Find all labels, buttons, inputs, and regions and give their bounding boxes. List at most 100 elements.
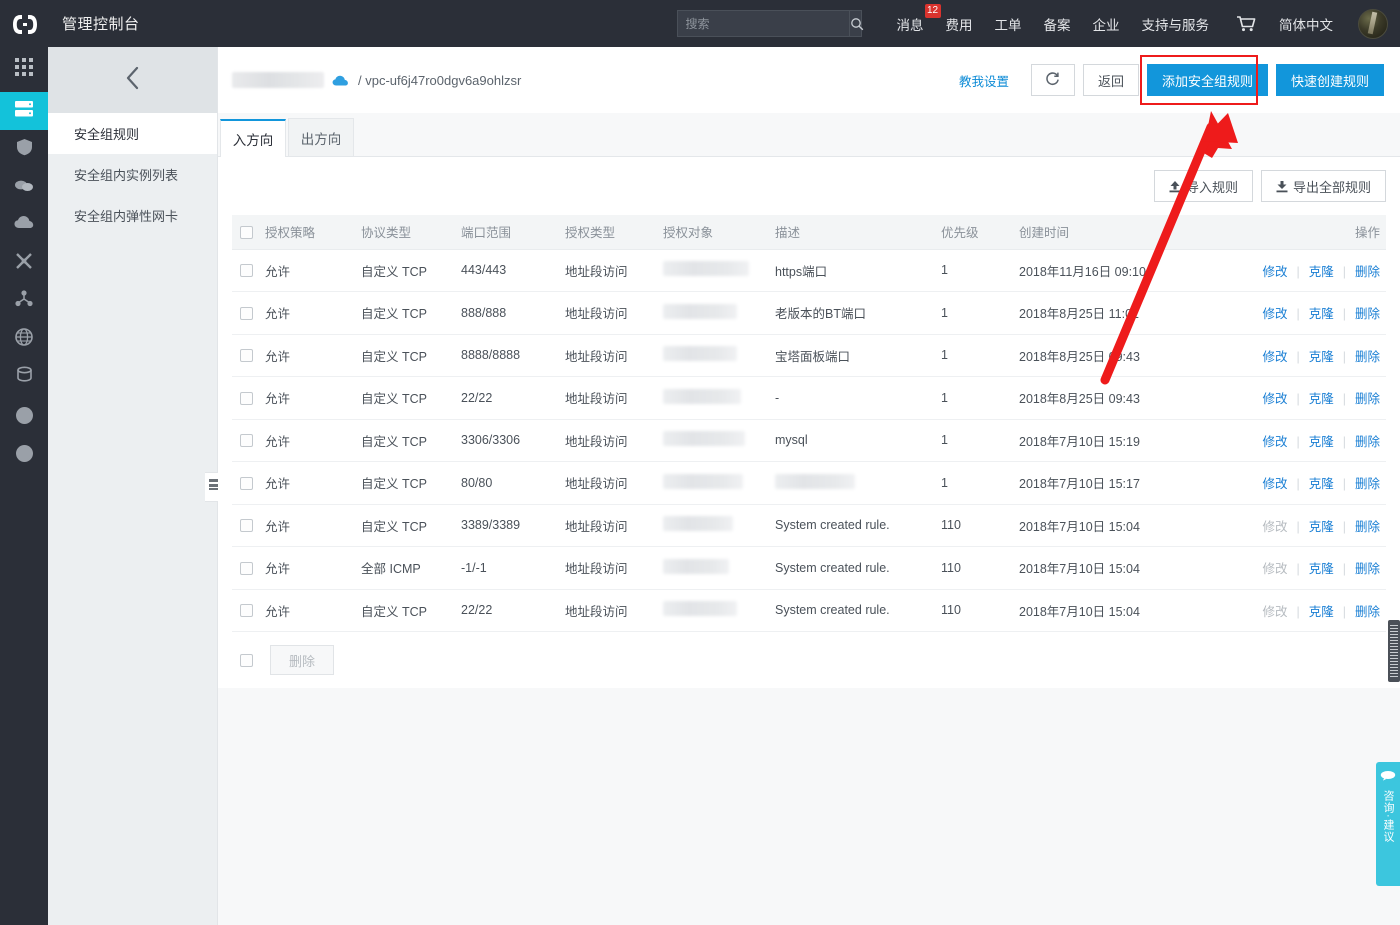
delete-link[interactable]: 删除 [1355,520,1380,534]
sidebar-collapse-button[interactable] [48,47,217,113]
import-rules-button[interactable]: 导入规则 [1153,170,1253,202]
rail-item-database[interactable] [0,358,48,396]
refresh-button[interactable] [1030,64,1075,96]
logo[interactable] [0,0,48,47]
search-icon[interactable] [848,11,864,36]
row-checkbox[interactable] [240,604,253,618]
delete-link[interactable]: 删除 [1355,265,1380,279]
delete-link[interactable]: 删除 [1355,350,1380,364]
rail-item-apps[interactable] [0,47,48,92]
rail-item-circle-1[interactable] [0,396,48,434]
cell-auth-object [657,334,769,377]
row-checkbox[interactable] [240,561,253,575]
select-all-checkbox[interactable] [240,225,253,239]
tab-inbound[interactable]: 入方向 [220,119,286,157]
delete-link[interactable]: 删除 [1355,307,1380,321]
sidebar-item-label: 安全组内实例列表 [74,168,179,183]
cell-protocol: 自定义 TCP [355,334,455,377]
nav-item-icp[interactable]: 备案 [1044,14,1071,34]
row-select-cell [232,546,259,590]
quick-create-rule-button[interactable]: 快速创建规则 [1275,64,1384,96]
delete-link[interactable]: 删除 [1355,392,1380,406]
row-checkbox[interactable] [240,306,253,320]
sidebar-item-elastic-nic[interactable]: 安全组内弹性网卡 [48,195,217,236]
table-row: 允许 全部 ICMP -1/-1 地址段访问 System created rule. 1… [232,546,1386,590]
vertical-scrollbar-thumb[interactable] [1388,620,1400,682]
export-rules-button[interactable]: 导出全部规则 [1260,170,1386,202]
cell-port: 3389/3389 [455,504,559,547]
column-port: 端口范围 [455,215,559,250]
nav-item-billing[interactable]: 费用 [946,14,973,34]
row-checkbox[interactable] [240,391,253,405]
row-checkbox[interactable] [240,434,253,448]
cell-auth-object [657,546,769,590]
nav-item-enterprise[interactable]: 企业 [1093,14,1120,34]
back-button[interactable]: 返回 [1082,64,1139,96]
edit-link[interactable]: 修改 [1262,350,1287,364]
rail-item-cloud-stack[interactable] [0,168,48,206]
upload-icon [1169,180,1181,193]
shopping-cart-icon[interactable] [1236,15,1256,32]
nav-item-messages[interactable]: 消息 12 [897,3,941,34]
language-selector[interactable]: 简体中文 [1279,14,1333,34]
cell-port: 22/22 [455,589,559,632]
rail-item-cloud[interactable] [0,206,48,244]
brackets-logo-icon [12,14,37,34]
clone-link[interactable]: 克隆 [1309,520,1334,534]
edit-link[interactable]: 修改 [1262,520,1287,534]
edit-link[interactable]: 修改 [1262,435,1287,449]
nav-item-tickets[interactable]: 工单 [995,14,1022,34]
row-checkbox[interactable] [240,519,253,533]
clone-link[interactable]: 克隆 [1309,477,1334,491]
edit-link[interactable]: 修改 [1262,307,1287,321]
sidebar-item-instance-list[interactable]: 安全组内实例列表 [48,154,217,195]
delete-link[interactable]: 删除 [1355,435,1380,449]
clone-link[interactable]: 克隆 [1309,392,1334,406]
delete-link[interactable]: 删除 [1355,562,1380,576]
edit-link[interactable]: 修改 [1262,265,1287,279]
search-box[interactable] [676,10,864,37]
row-select-cell [232,419,259,462]
rail-item-hub[interactable] [0,282,48,320]
clone-link[interactable]: 克隆 [1309,605,1334,619]
edit-link[interactable]: 修改 [1262,392,1287,406]
sidebar: 安全组规则 安全组内实例列表 安全组内弹性网卡 [48,47,227,925]
delete-link[interactable]: 删除 [1355,605,1380,619]
tab-outbound[interactable]: 出方向 [288,118,354,156]
footer-select-all-checkbox[interactable] [240,653,253,667]
cell-description: 宝塔面板端口 [769,334,935,377]
clone-link[interactable]: 克隆 [1309,562,1334,576]
row-checkbox[interactable] [240,476,253,490]
cell-operations: 修改 | 克隆 | 删除 [1213,334,1386,377]
edit-link[interactable]: 修改 [1262,477,1287,491]
redacted-auth-object [663,346,737,362]
row-select-cell [232,589,259,632]
consult-suggestion-tab[interactable]: 咨询·建议 [1376,762,1400,886]
rail-item-security[interactable] [0,130,48,168]
sidebar-item-security-group-rules[interactable]: 安全组规则 [48,113,217,154]
search-input[interactable] [677,16,849,31]
edit-link[interactable]: 修改 [1262,562,1287,576]
clone-link[interactable]: 克隆 [1309,307,1334,321]
op-separator: | [1342,349,1346,364]
cell-auth-object [657,419,769,462]
globe-icon [15,327,33,351]
clone-link[interactable]: 克隆 [1309,265,1334,279]
cell-policy: 允许 [259,504,355,547]
clone-link[interactable]: 克隆 [1309,350,1334,364]
delete-link[interactable]: 删除 [1355,477,1380,491]
teach-me-link[interactable]: 教我设置 [959,71,1009,90]
nav-item-support[interactable]: 支持与服务 [1142,14,1210,34]
clone-link[interactable]: 克隆 [1309,435,1334,449]
batch-delete-button[interactable]: 删除 [270,645,335,675]
rail-item-network[interactable] [0,244,48,282]
rail-item-servers[interactable] [0,92,48,130]
add-security-group-rule-button[interactable]: 添加安全组规则 [1146,64,1268,96]
rail-item-global[interactable] [0,320,48,358]
avatar[interactable] [1358,8,1388,39]
breadcrumb-resource-id[interactable]: / vpc-uf6j47ro0dgv6a9ohlzsr [358,73,521,88]
row-checkbox[interactable] [240,349,253,363]
row-checkbox[interactable] [240,264,253,278]
edit-link[interactable]: 修改 [1262,605,1287,619]
rail-item-circle-2[interactable] [0,434,48,472]
